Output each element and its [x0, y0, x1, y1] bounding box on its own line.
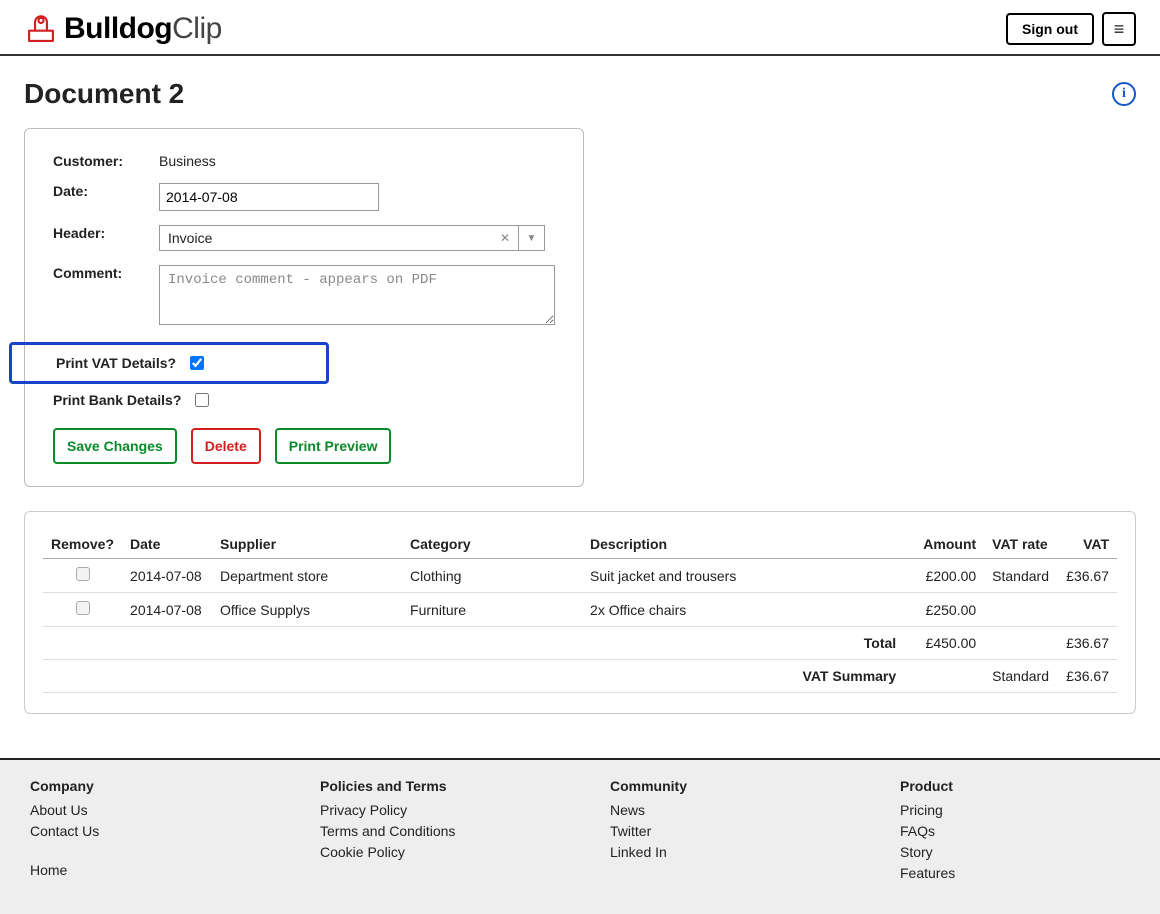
footer-community: Community News Twitter Linked In: [610, 778, 840, 884]
remove-checkbox[interactable]: [76, 567, 90, 581]
vat-summary-rate: Standard: [984, 660, 1057, 693]
info-icon[interactable]: i: [1112, 82, 1136, 106]
print-vat-highlight: Print VAT Details?: [9, 342, 329, 384]
footer-link-twitter[interactable]: Twitter: [610, 821, 840, 842]
footer-link-faqs[interactable]: FAQs: [900, 821, 1130, 842]
header-label: Header:: [53, 225, 159, 241]
delete-button[interactable]: Delete: [191, 428, 261, 464]
footer-link-privacy[interactable]: Privacy Policy: [320, 800, 550, 821]
footer-link-news[interactable]: News: [610, 800, 840, 821]
cell-description: 2x Office chairs: [582, 593, 904, 627]
footer-link-cookie[interactable]: Cookie Policy: [320, 842, 550, 863]
col-description: Description: [582, 530, 904, 559]
col-vat: VAT: [1057, 530, 1117, 559]
header-select-value: Invoice: [168, 230, 212, 246]
footer-link-home[interactable]: Home: [30, 860, 260, 881]
footer-heading: Community: [610, 778, 840, 794]
save-button[interactable]: Save Changes: [53, 428, 177, 464]
cell-amount: £200.00: [904, 559, 984, 593]
col-amount: Amount: [904, 530, 984, 559]
customer-value: Business: [159, 153, 555, 169]
cell-vat-rate: Standard: [984, 559, 1057, 593]
col-date: Date: [122, 530, 212, 559]
cell-vat: [1057, 593, 1117, 627]
cell-date: 2014-07-08: [122, 559, 212, 593]
total-label: Total: [43, 627, 904, 660]
total-vat: £36.67: [1057, 627, 1117, 660]
footer-product: Product Pricing FAQs Story Features: [900, 778, 1130, 884]
vat-summary-vat: £36.67: [1057, 660, 1117, 693]
comment-textarea[interactable]: [159, 265, 555, 325]
cell-amount: £250.00: [904, 593, 984, 627]
col-vat-rate: VAT rate: [984, 530, 1057, 559]
cell-date: 2014-07-08: [122, 593, 212, 627]
footer-heading: Product: [900, 778, 1130, 794]
vat-summary-label: VAT Summary: [43, 660, 904, 693]
menu-button[interactable]: ≡: [1102, 12, 1136, 46]
footer-link-linkedin[interactable]: Linked In: [610, 842, 840, 863]
print-vat-label: Print VAT Details?: [56, 355, 176, 371]
footer-link-features[interactable]: Features: [900, 863, 1130, 884]
print-vat-checkbox[interactable]: [190, 356, 204, 370]
cell-supplier: Office Supplys: [212, 593, 402, 627]
document-form: Customer: Business Date: Header: Invoice…: [24, 128, 584, 487]
line-items-table: Remove? Date Supplier Category Descripti…: [24, 511, 1136, 714]
sign-out-button[interactable]: Sign out: [1006, 13, 1094, 45]
topbar: BulldogClip Sign out ≡: [0, 0, 1160, 56]
cell-category: Clothing: [402, 559, 582, 593]
customer-label: Customer:: [53, 153, 159, 169]
hamburger-icon: ≡: [1114, 19, 1125, 40]
footer-policies: Policies and Terms Privacy Policy Terms …: [320, 778, 550, 884]
date-input[interactable]: [159, 183, 379, 211]
logo-icon: [24, 12, 58, 46]
print-bank-checkbox[interactable]: [195, 393, 209, 407]
cell-vat: £36.67: [1057, 559, 1117, 593]
brand-text: BulldogClip: [64, 12, 222, 46]
page-title: Document 2: [24, 78, 184, 110]
clear-icon[interactable]: ✕: [500, 231, 510, 245]
remove-checkbox[interactable]: [76, 601, 90, 615]
table-row: 2014-07-08 Department store Clothing Sui…: [43, 559, 1117, 593]
footer-heading: Policies and Terms: [320, 778, 550, 794]
footer-link-terms[interactable]: Terms and Conditions: [320, 821, 550, 842]
brand[interactable]: BulldogClip: [24, 12, 222, 46]
footer-link-contact[interactable]: Contact Us: [30, 821, 260, 842]
cell-supplier: Department store: [212, 559, 402, 593]
chevron-down-icon[interactable]: ▼: [518, 226, 544, 250]
footer-company: Company About Us Contact Us Home: [30, 778, 260, 884]
footer-heading: Company: [30, 778, 260, 794]
total-amount: £450.00: [904, 627, 984, 660]
col-supplier: Supplier: [212, 530, 402, 559]
col-category: Category: [402, 530, 582, 559]
footer-link-story[interactable]: Story: [900, 842, 1130, 863]
col-remove: Remove?: [43, 530, 122, 559]
date-label: Date:: [53, 183, 159, 199]
footer-link-pricing[interactable]: Pricing: [900, 800, 1130, 821]
header-select[interactable]: Invoice ✕ ▼: [159, 225, 545, 251]
preview-button[interactable]: Print Preview: [275, 428, 392, 464]
cell-vat-rate: [984, 593, 1057, 627]
print-bank-label: Print Bank Details?: [53, 392, 181, 408]
cell-description: Suit jacket and trousers: [582, 559, 904, 593]
site-footer: Company About Us Contact Us Home Policie…: [0, 758, 1160, 914]
comment-label: Comment:: [53, 265, 159, 281]
footer-link-about[interactable]: About Us: [30, 800, 260, 821]
table-row: 2014-07-08 Office Supplys Furniture 2x O…: [43, 593, 1117, 627]
cell-category: Furniture: [402, 593, 582, 627]
